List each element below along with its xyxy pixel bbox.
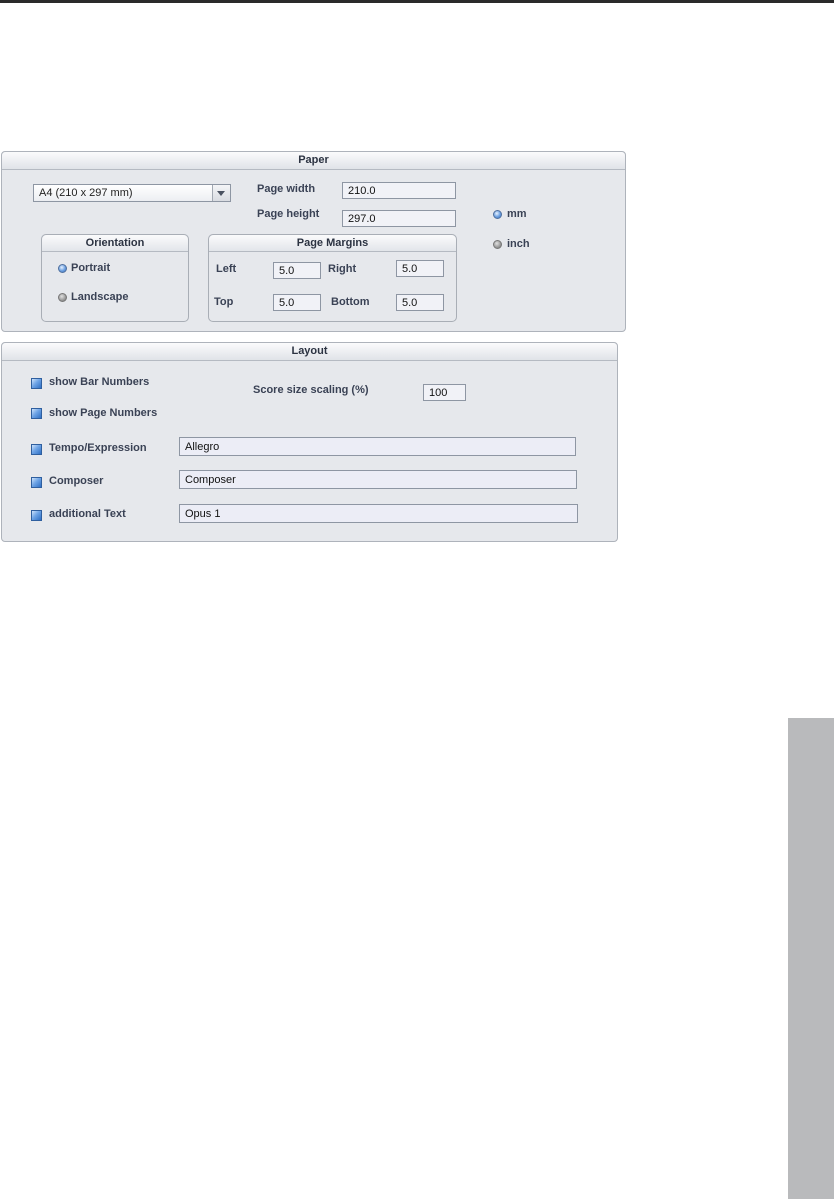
show-bar-numbers-label: show Bar Numbers [49, 376, 150, 388]
composer-checkbox[interactable] [31, 477, 42, 488]
additional-text-input[interactable] [179, 504, 578, 523]
page-height-label: Page height [257, 208, 320, 220]
show-page-numbers-label: show Page Numbers [49, 407, 158, 419]
margin-right-input[interactable] [396, 260, 444, 277]
side-thumb-tab [788, 718, 834, 1199]
show-bar-numbers-checkbox[interactable] [31, 378, 42, 389]
page-width-label: Page width [257, 183, 316, 195]
paper-panel-title: Paper [2, 152, 625, 170]
margin-right-label: Right [328, 263, 357, 275]
chevron-down-icon [217, 191, 225, 196]
additional-text-checkbox[interactable] [31, 510, 42, 521]
orientation-title: Orientation [42, 235, 188, 252]
portrait-label: Portrait [71, 262, 111, 274]
margin-left-input[interactable] [273, 262, 321, 279]
composer-label: Composer [49, 475, 104, 487]
paper-size-dropdown-button[interactable] [212, 185, 230, 201]
top-rule [0, 0, 834, 3]
score-scaling-label: Score size scaling (%) [253, 384, 369, 396]
page-height-input[interactable] [342, 210, 456, 227]
landscape-radio[interactable] [58, 293, 67, 302]
margin-bottom-input[interactable] [396, 294, 444, 311]
paper-size-dropdown[interactable]: A4 (210 x 297 mm) [33, 184, 231, 202]
tempo-checkbox[interactable] [31, 444, 42, 455]
page-margins-title: Page Margins [209, 235, 456, 252]
margin-top-input[interactable] [273, 294, 321, 311]
margin-top-label: Top [214, 296, 234, 308]
inch-radio[interactable] [493, 240, 502, 249]
show-page-numbers-checkbox[interactable] [31, 408, 42, 419]
margin-bottom-label: Bottom [331, 296, 370, 308]
margin-left-label: Left [216, 263, 237, 275]
orientation-group: Orientation [41, 234, 189, 322]
score-scaling-input[interactable] [423, 384, 466, 401]
portrait-radio[interactable] [58, 264, 67, 273]
landscape-label: Landscape [71, 291, 129, 303]
mm-radio[interactable] [493, 210, 502, 219]
tempo-label: Tempo/Expression [49, 442, 147, 454]
paper-size-value: A4 (210 x 297 mm) [39, 187, 133, 199]
inch-label: inch [507, 238, 530, 250]
layout-panel-title: Layout [2, 343, 617, 361]
composer-input[interactable] [179, 470, 577, 489]
additional-text-label: additional Text [49, 508, 126, 520]
page-width-input[interactable] [342, 182, 456, 199]
tempo-input[interactable] [179, 437, 576, 456]
mm-label: mm [507, 208, 527, 220]
